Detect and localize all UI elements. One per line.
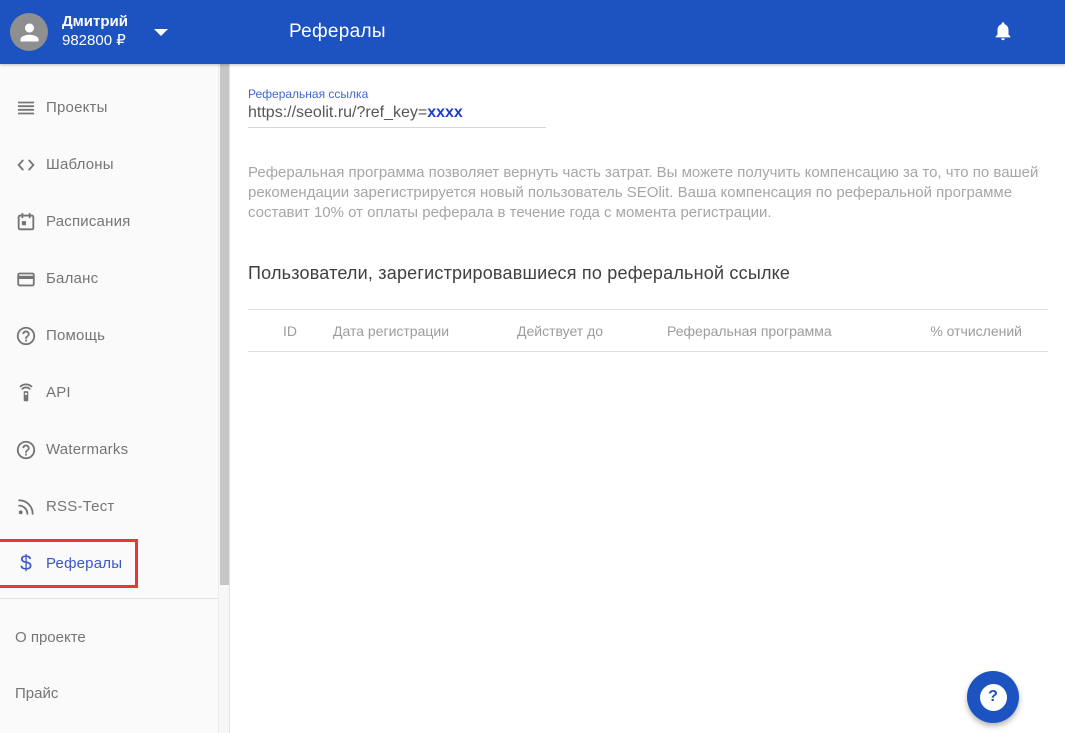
sidebar-item-projects[interactable]: Проекты xyxy=(0,79,230,136)
referral-link-input[interactable]: https://seolit.ru/?ref_key=xxxx xyxy=(248,104,546,122)
sidebar-footer: О проекте Прайс xyxy=(0,599,230,721)
sidebar-item-watermarks[interactable]: Watermarks xyxy=(0,421,230,478)
user-account-menu[interactable]: Дмитрий 982800 ₽ xyxy=(0,0,230,64)
input-underline xyxy=(248,127,546,128)
column-header-percent: % отчислений xyxy=(862,323,1048,339)
sidebar-item-about[interactable]: О проекте xyxy=(0,609,230,665)
column-header-referral-program: Реферальная программа xyxy=(667,323,862,339)
page-title: Рефералы xyxy=(289,21,386,43)
referrals-page: Реферальная ссылка https://seolit.ru/?re… xyxy=(230,64,1065,733)
chevron-down-icon[interactable] xyxy=(154,29,168,36)
user-balance: 982800 ₽ xyxy=(62,32,128,51)
dollar-icon: $ xyxy=(14,552,38,576)
sidebar-item-schedules[interactable]: Расписания xyxy=(0,193,230,250)
appbar: Дмитрий 982800 ₽ Рефералы xyxy=(0,0,1065,64)
referral-url-prefix: https://seolit.ru/?ref_key= xyxy=(248,104,427,121)
remote-signal-icon xyxy=(14,381,38,405)
column-header-registration-date: Дата регистрации xyxy=(333,323,517,339)
sidebar-item-templates[interactable]: Шаблоны xyxy=(0,136,230,193)
bell-icon xyxy=(992,20,1014,42)
table-header-row: ID Дата регистрации Действует до Реферал… xyxy=(248,310,1048,352)
referral-program-description: Реферальная программа позволяет вернуть … xyxy=(248,163,1043,223)
help-circle-icon xyxy=(14,324,38,348)
referral-url-key: xxxx xyxy=(427,104,463,121)
sidebar-item-balance[interactable]: Баланс xyxy=(0,250,230,307)
user-name: Дмитрий xyxy=(62,13,128,32)
sidebar-item-referrals[interactable]: $ Рефералы xyxy=(0,535,230,592)
help-circle-icon xyxy=(14,438,38,462)
list-icon xyxy=(14,96,38,120)
notifications-button[interactable] xyxy=(991,20,1015,44)
referred-users-heading: Пользователи, зарегистрировавшиеся по ре… xyxy=(248,263,1065,284)
calendar-icon xyxy=(14,210,38,234)
question-mark-icon: ? xyxy=(980,684,1007,711)
sidebar-item-api[interactable]: API xyxy=(0,364,230,421)
scrollbar-thumb[interactable] xyxy=(220,64,229,585)
appbar-main: Рефералы xyxy=(230,0,1065,64)
code-icon xyxy=(14,153,38,177)
user-info: Дмитрий 982800 ₽ xyxy=(62,13,128,51)
person-icon xyxy=(16,19,43,46)
credit-card-icon xyxy=(14,267,38,291)
app-window: Дмитрий 982800 ₽ Рефералы Проекты xyxy=(0,0,1065,733)
sidebar: Проекты Шаблоны Расписания xyxy=(0,64,230,733)
sidebar-scrollbar[interactable] xyxy=(218,64,230,733)
sidebar-item-pricing[interactable]: Прайс xyxy=(0,665,230,721)
sidebar-item-rss-test[interactable]: RSS-Тест xyxy=(0,478,230,535)
rss-icon xyxy=(14,495,38,519)
referral-link-label: Реферальная ссылка xyxy=(248,87,1065,101)
referrals-table: ID Дата регистрации Действует до Реферал… xyxy=(248,309,1048,352)
avatar[interactable] xyxy=(10,13,48,51)
sidebar-item-help[interactable]: Помощь xyxy=(0,307,230,364)
column-header-valid-until: Действует до xyxy=(517,323,667,339)
column-header-id: ID xyxy=(248,323,333,339)
help-fab-button[interactable]: ? xyxy=(967,671,1019,723)
